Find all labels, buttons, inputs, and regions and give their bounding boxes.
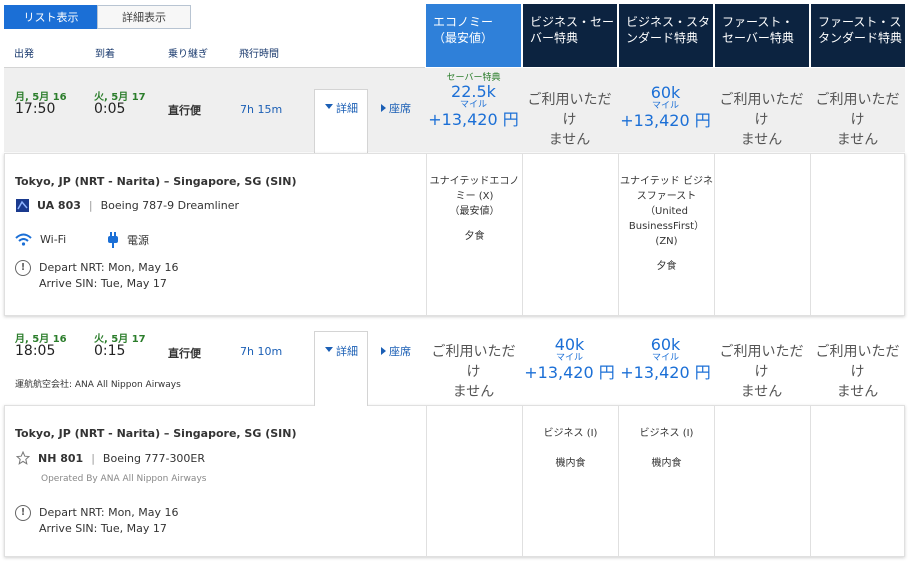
flight-number: NH 801: [38, 451, 84, 465]
cabin-first-standard: [810, 154, 906, 315]
arrive-time: 0:05: [94, 101, 126, 117]
caret-right-icon: [381, 104, 386, 112]
fare-header-business-saver[interactable]: ビジネス・セー バー特典: [523, 4, 617, 67]
flight-info: NH 801 | Boeing 777-300ER: [16, 451, 205, 465]
aircraft-type: Boeing 777-300ER: [102, 451, 206, 465]
column-depart[interactable]: 出発: [14, 45, 34, 60]
flight-duration: 7h 10m: [240, 345, 283, 358]
stops-label: 直行便: [168, 347, 201, 360]
fare-economy[interactable]: セーバー特典 22.5k マイル +13,420 円: [426, 70, 521, 130]
caret-down-icon: [325, 104, 333, 109]
column-arrive[interactable]: 到着: [95, 45, 115, 60]
stops-label: 直行便: [168, 104, 201, 117]
detail-tab[interactable]: 詳細: [314, 331, 368, 406]
caret-down-icon: [325, 347, 333, 352]
seats-tab[interactable]: 座席: [381, 343, 411, 359]
detail-tab[interactable]: 詳細: [314, 89, 368, 153]
wifi-icon: [15, 233, 32, 246]
fare-header-first-saver[interactable]: ファースト・ セーバー特典: [715, 4, 809, 67]
cabin-business-saver: ビジネス (I) 機内食: [522, 406, 618, 556]
route-text: Tokyo, JP (NRT - Narita) – Singapore, SG…: [15, 175, 297, 188]
arrive-time: 0:15: [94, 343, 126, 359]
list-view-button[interactable]: リスト表示: [4, 5, 98, 29]
flight-detail-panel-2: Tokyo, JP (NRT - Narita) – Singapore, SG…: [4, 405, 905, 557]
amenity-wifi: Wi-Fi: [15, 233, 66, 246]
cabin-first-standard: [810, 406, 906, 556]
fare-first-standard-unavailable: ご利用いただけ ません: [815, 92, 900, 148]
schedule-info: ! Depart NRT: Mon, May 16 Arrive SIN: Tu…: [15, 260, 179, 292]
ana-star-alliance-icon: [16, 451, 30, 465]
flight-number: UA 803: [37, 199, 81, 212]
route-text: Tokyo, JP (NRT - Narita) – Singapore, SG…: [15, 427, 297, 440]
aircraft-type: Boeing 787-9 Dreamliner: [100, 199, 239, 212]
detail-view-button[interactable]: 詳細表示: [97, 5, 191, 29]
flight-duration: 7h 15m: [240, 103, 283, 116]
operated-by: Operated By ANA All Nippon Airways: [41, 474, 207, 484]
fare-header-business-standard[interactable]: ビジネス・スタ ンダード特典: [619, 4, 713, 67]
cabin-business-saver: [522, 154, 618, 315]
depart-time: 18:05: [15, 343, 56, 359]
fare-economy-unavailable: ご利用いただけ ません: [431, 344, 516, 400]
column-connections[interactable]: 乗り継ぎ: [168, 45, 208, 60]
fare-business-saver[interactable]: 40k マイル +13,420 円: [522, 336, 617, 383]
flight-detail-panel-1: Tokyo, JP (NRT - Narita) – Singapore, SG…: [4, 153, 905, 316]
fare-first-standard-unavailable: ご利用いただけ ません: [815, 344, 900, 400]
cabin-first-saver: [714, 406, 810, 556]
cabin-business-standard: ビジネス (I) 機内食: [618, 406, 714, 556]
fare-business-saver-unavailable: ご利用いただけ ません: [527, 92, 612, 148]
amenity-power: 電源: [107, 232, 149, 248]
info-icon: !: [15, 505, 31, 521]
operating-carrier: 運航航空会社: ANA All Nippon Airways: [15, 380, 181, 390]
info-icon: !: [15, 260, 31, 276]
united-logo-icon: [16, 199, 29, 212]
fare-business-standard[interactable]: 60k マイル +13,420 円: [618, 336, 713, 383]
cabin-business-standard: ユナイテッド ビジネ スファースト （United BusinessFirst）…: [618, 154, 714, 315]
view-toggle: リスト表示 詳細表示: [4, 5, 191, 29]
cabin-first-saver: [714, 154, 810, 315]
caret-right-icon: [381, 347, 386, 355]
column-duration[interactable]: 飛行時間: [239, 45, 279, 60]
seats-tab[interactable]: 座席: [381, 100, 411, 116]
fare-header-economy[interactable]: エコノミー （最安値）: [426, 4, 521, 67]
cabin-economy: ユナイテッドエコノ ミー (X) （最安値） 夕食: [426, 154, 522, 315]
schedule-info: ! Depart NRT: Mon, May 16 Arrive SIN: Tu…: [15, 505, 179, 537]
power-plug-icon: [108, 232, 118, 248]
flight-info: UA 803 | Boeing 787-9 Dreamliner: [16, 199, 239, 212]
fare-first-saver-unavailable: ご利用いただけ ません: [719, 92, 804, 148]
cabin-economy: [426, 406, 522, 556]
fare-header-first-standard[interactable]: ファースト・ス タンダード特典: [811, 4, 905, 67]
fare-first-saver-unavailable: ご利用いただけ ません: [719, 344, 804, 400]
depart-time: 17:50: [15, 101, 56, 117]
fare-business-standard[interactable]: 60k マイル +13,420 円: [618, 84, 713, 131]
